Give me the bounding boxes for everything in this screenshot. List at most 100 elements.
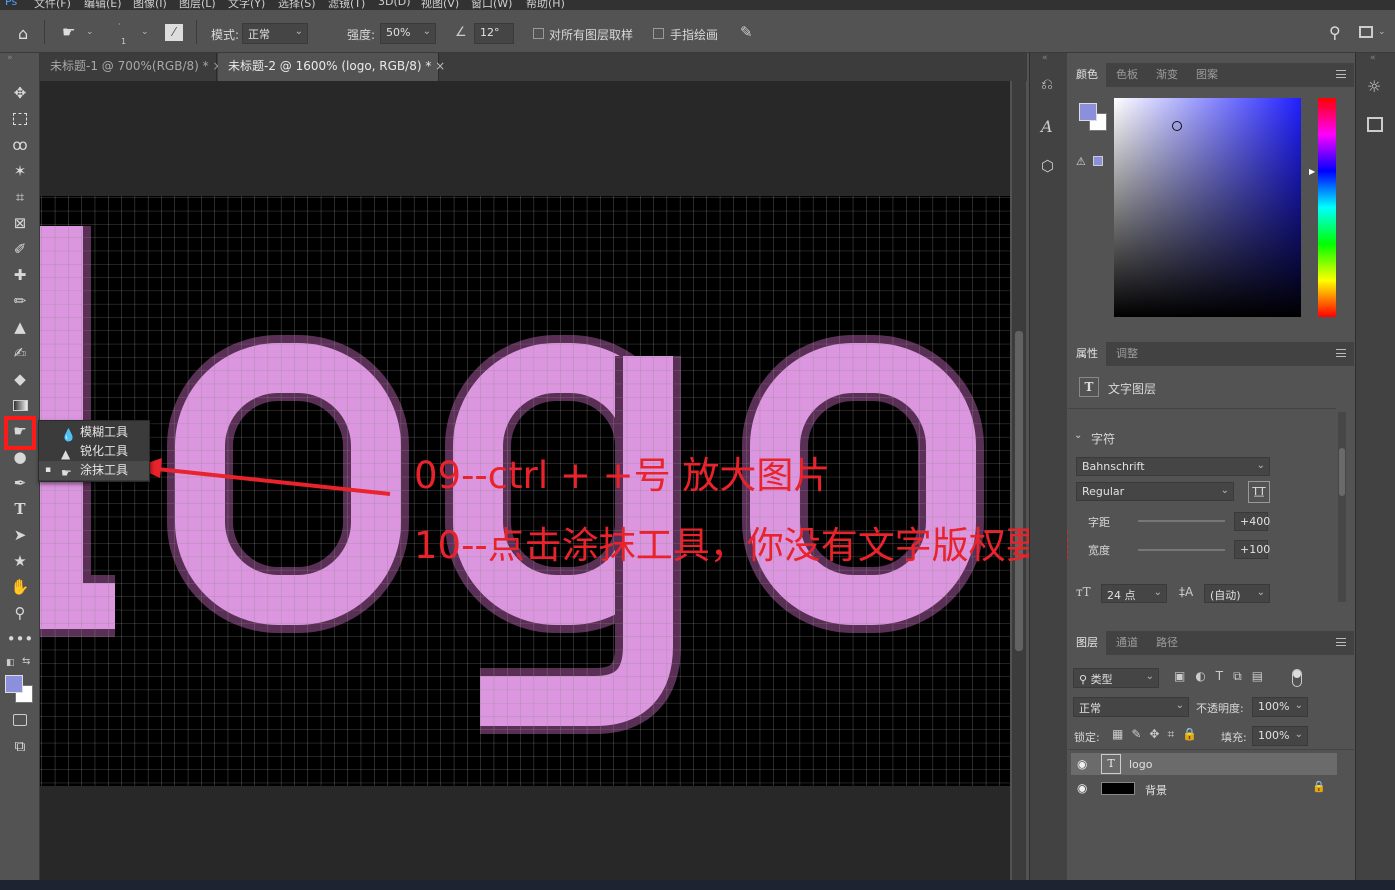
fill-input[interactable]: 100% ⌄ <box>1252 726 1308 746</box>
marquee-tool-icon[interactable] <box>6 107 34 131</box>
character-panel-icon[interactable]: A <box>1041 117 1053 136</box>
mode-select[interactable]: 正常 ⌄ <box>242 23 308 44</box>
menu-type[interactable]: 文字(Y) <box>228 0 265 10</box>
tab-gradients[interactable]: 渐变 <box>1148 63 1186 87</box>
workspace-icon[interactable] <box>1359 26 1373 38</box>
magic-wand-tool-icon[interactable]: ✶ <box>6 159 34 183</box>
gamut-swatch[interactable] <box>1093 156 1103 166</box>
foreground-color-swatch[interactable] <box>1079 103 1097 121</box>
tab-channels[interactable]: 通道 <box>1108 631 1146 655</box>
panel-menu-icon[interactable] <box>1336 638 1346 646</box>
more-tools-icon[interactable]: ••• <box>6 627 34 651</box>
tab-document-2[interactable]: 未标题-2 @ 1600% (logo, RGB/8) * × <box>218 53 445 81</box>
sharpen-tool-item[interactable]: ▲ 锐化工具 <box>39 442 149 461</box>
blur-tool-item[interactable]: 💧 模糊工具 <box>39 423 149 442</box>
hand-tool-icon[interactable]: ✋ <box>6 575 34 599</box>
scrollbar-thumb[interactable] <box>1015 331 1023 651</box>
crop-tool-icon[interactable]: ⌗ <box>6 185 34 209</box>
tab-paths[interactable]: 路径 <box>1148 631 1186 655</box>
brush-settings-icon[interactable]: ⁄ <box>165 24 183 41</box>
healing-brush-tool-icon[interactable]: ✚ <box>6 263 34 287</box>
menu-image[interactable]: 图像(I) <box>133 0 167 10</box>
pressure-icon[interactable]: ✎ <box>740 23 753 41</box>
quick-mask-icon[interactable] <box>6 708 34 732</box>
default-colors-icon[interactable]: ◧ <box>6 658 15 668</box>
menu-edit[interactable]: 编辑(E) <box>84 0 122 10</box>
chevron-down-icon[interactable]: ⌄ <box>141 27 149 37</box>
tab-color[interactable]: 颜色 <box>1068 63 1106 87</box>
layer-filter-icons[interactable]: ▣◐T⧉▤ <box>1174 669 1273 684</box>
tab-adjustments[interactable]: 调整 <box>1108 342 1146 366</box>
search-icon[interactable]: ⚲ <box>1329 23 1341 42</box>
layer-row[interactable]: ◉ 背景 🔒 <box>1071 777 1337 799</box>
hue-slider[interactable] <box>1318 98 1336 317</box>
gradient-tool-icon[interactable] <box>6 393 34 417</box>
chevron-down-icon[interactable]: ⌄ <box>1074 430 1082 441</box>
eye-icon[interactable]: ◉ <box>1077 781 1087 795</box>
tab-swatches[interactable]: 色板 <box>1108 63 1146 87</box>
opacity-input[interactable]: 100% ⌄ <box>1252 697 1308 717</box>
history-brush-tool-icon[interactable]: ✍ <box>6 341 34 365</box>
width-slider[interactable] <box>1138 549 1225 551</box>
screen-mode-icon[interactable]: ⧉ <box>6 734 34 758</box>
lasso-tool-icon[interactable]: ꝏ <box>6 133 34 157</box>
menu-3d[interactable]: 3D(D) <box>378 0 411 8</box>
blend-mode-select[interactable]: 正常 ⌄ <box>1073 697 1189 717</box>
menu-window[interactable]: 窗口(W) <box>471 0 512 10</box>
shape-tool-icon[interactable]: ★ <box>6 549 34 573</box>
finger-paint-checkbox[interactable] <box>653 28 664 39</box>
smudge-preset-icon[interactable]: ☛ <box>62 23 75 41</box>
vertical-scrollbar[interactable] <box>1012 81 1026 887</box>
tab-patterns[interactable]: 图案 <box>1188 63 1226 87</box>
menu-help[interactable]: 帮助(H) <box>526 0 565 10</box>
eye-icon[interactable]: ◉ <box>1077 757 1087 771</box>
angle-input[interactable]: 12° <box>474 23 514 44</box>
sample-all-checkbox[interactable] <box>533 28 544 39</box>
chevron-down-icon[interactable]: ⌄ <box>86 27 94 37</box>
lock-options-icons[interactable]: ▦✎✥⌗🔒 <box>1112 727 1205 742</box>
collapse-icon[interactable]: » <box>7 53 13 63</box>
color-picker-cursor[interactable] <box>1172 121 1182 131</box>
history-panel-icon[interactable]: ⎌ <box>1041 75 1053 93</box>
menu-view[interactable]: 视图(V) <box>421 0 459 10</box>
smudge-tool-item[interactable]: ▪ ☛ 涂抹工具 <box>39 461 149 480</box>
libraries-icon[interactable] <box>1367 117 1383 132</box>
strength-input[interactable]: 50% ⌄ <box>380 23 436 44</box>
tab-document-1[interactable]: 未标题-1 @ 700%(RGB/8) * × <box>40 53 223 81</box>
move-tool-icon[interactable]: ✥ <box>6 81 34 105</box>
type-options-icon[interactable]: T͟T <box>1248 481 1270 503</box>
foreground-color-swatch[interactable] <box>5 675 23 693</box>
brush-tool-icon[interactable]: ✏ <box>6 289 34 313</box>
properties-scrollbar[interactable] <box>1338 412 1346 602</box>
learn-icon[interactable]: ☼ <box>1367 77 1381 96</box>
eyedropper-tool-icon[interactable]: ✐ <box>6 237 34 261</box>
font-style-select[interactable]: Regular ⌄ <box>1076 482 1234 501</box>
font-family-select[interactable]: Bahnschrift ⌄ <box>1076 457 1270 476</box>
lock-icon[interactable]: 🔒 <box>1312 780 1326 793</box>
gamut-warning-icon[interactable]: ⚠ <box>1076 155 1086 168</box>
type-tool-icon[interactable]: T <box>6 497 34 521</box>
chevron-down-icon[interactable]: ⌄ <box>1378 27 1386 37</box>
width-input[interactable]: +100 <box>1234 540 1270 559</box>
pen-tool-icon[interactable]: ✒ <box>6 471 34 495</box>
color-field[interactable] <box>1114 98 1301 317</box>
tracking-input[interactable]: +400 <box>1234 512 1270 531</box>
layer-row[interactable]: ◉ T logo <box>1071 753 1337 775</box>
3d-panel-icon[interactable]: ⬡ <box>1041 157 1054 175</box>
home-icon[interactable]: ⌂ <box>18 24 28 43</box>
panel-menu-icon[interactable] <box>1336 349 1346 357</box>
collapse-icon[interactable]: « <box>1370 53 1376 63</box>
eraser-tool-icon[interactable]: ◆ <box>6 367 34 391</box>
zoom-tool-icon[interactable]: ⚲ <box>6 601 34 625</box>
clone-stamp-tool-icon[interactable]: ▲ <box>6 315 34 339</box>
tracking-slider[interactable] <box>1138 520 1225 522</box>
panel-menu-icon[interactable] <box>1336 70 1346 78</box>
hue-slider-arrow-icon[interactable]: ▶ <box>1309 167 1315 176</box>
close-icon[interactable]: × <box>435 59 445 73</box>
menu-select[interactable]: 选择(S) <box>278 0 316 10</box>
frame-tool-icon[interactable]: ⊠ <box>6 211 34 235</box>
font-size-select[interactable]: 24 点 ⌄ <box>1101 584 1167 603</box>
layer-filter-select[interactable]: ⚲ 类型 ⌄ <box>1073 668 1159 688</box>
filter-toggle-icon[interactable] <box>1292 669 1302 687</box>
menu-layer[interactable]: 图层(L) <box>179 0 216 10</box>
